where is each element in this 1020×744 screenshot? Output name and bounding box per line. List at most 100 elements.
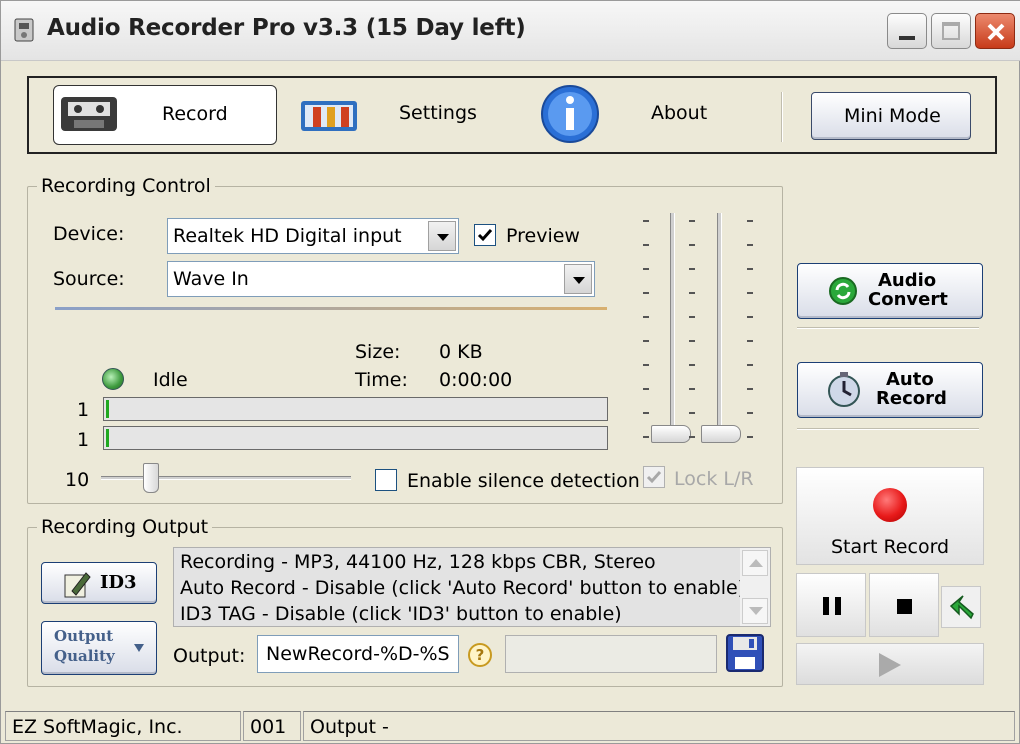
info-icon [541,85,599,143]
level-meter-1-fill [106,400,109,418]
right-volume-thumb[interactable] [701,425,741,443]
device-select-value: Realtek HD Digital input [173,225,402,247]
status-output: Output - [303,711,1015,741]
state-label: Idle [153,369,188,391]
auto-record-button[interactable]: Auto Record [797,362,983,418]
volume-tick-mark [689,340,695,342]
status-output-text: Output - [310,716,389,738]
time-value: 0:00:00 [439,369,513,391]
status-company: EZ SoftMagic, Inc. [5,711,241,741]
status-count-text: 001 [250,716,287,738]
lock-lr-label: Lock L/R [674,468,754,490]
info-line-id3: ID3 TAG - Disable (click 'ID3' button to… [180,603,622,625]
slider-value-label: 10 [65,469,90,491]
volume-tick-mark [689,220,695,222]
volume-tick-mark [689,364,695,366]
side-divider [797,428,979,430]
left-volume-track[interactable] [670,213,675,441]
stop-button[interactable] [869,573,939,637]
volume-tick-mark [747,412,753,414]
volume-tick-mark [747,316,753,318]
mini-mode-label: Mini Mode [844,105,941,127]
volume-tick-mark [643,364,649,366]
id3-button[interactable]: ID3 [41,562,157,604]
output-quality-button[interactable]: Output Quality [41,621,157,675]
chevron-down-icon[interactable] [564,264,592,294]
settings-tab-label: Settings [399,102,477,124]
level-meter-1 [103,397,608,421]
output-filename-input[interactable]: NewRecord-%D-%S [257,635,459,673]
device-select[interactable]: Realtek HD Digital input [167,218,459,254]
preview-label: Preview [506,225,580,247]
chevron-down-icon[interactable] [428,221,456,251]
volume-tick-mark [689,292,695,294]
record-dot-icon [873,488,907,522]
minimize-button[interactable] [887,13,927,49]
volume-tick-mark [747,268,753,270]
output-quality-label-1: Output [54,627,114,645]
about-tab-label: About [651,102,708,124]
side-divider [797,327,979,329]
cassette-icon [61,97,117,131]
settings-tab[interactable]: Settings [297,85,487,145]
about-tab[interactable]: About [539,82,729,148]
lock-lr-checkbox[interactable] [643,466,665,488]
status-company-text: EZ SoftMagic, Inc. [12,716,183,738]
right-volume-track[interactable] [717,213,722,441]
pause-button[interactable] [796,573,866,637]
scroll-down-button[interactable] [742,598,768,624]
settings-icon [301,101,357,131]
silence-detection-label: Enable silence detection [407,470,640,492]
volume-tick-mark [747,436,753,438]
info-scrollbar[interactable] [740,548,770,626]
maximize-button[interactable] [931,13,971,49]
scroll-up-button[interactable] [742,550,768,576]
toolbar-divider [781,92,783,142]
title-bar[interactable]: Audio Recorder Pro v3.3 (15 Day left) [1,1,1020,61]
save-button[interactable] [725,633,765,673]
volume-tick-mark [643,220,649,222]
play-button[interactable] [796,643,984,685]
record-tab[interactable]: Record [53,85,277,145]
chevron-down-icon [749,607,763,615]
source-label: Source: [53,268,125,290]
volume-tick-mark [747,364,753,366]
volume-tick-mark [643,436,649,438]
minimize-icon [899,36,915,40]
volume-tick-mark [643,388,649,390]
main-toolbar: Record Settings About Mini Mode [27,76,997,154]
gain-slider-track[interactable] [101,476,351,480]
clock-icon [828,372,860,407]
volume-tick-mark [643,244,649,246]
open-folder-button[interactable] [941,586,981,628]
output-label: Output: [173,645,246,667]
audio-convert-button[interactable]: Audio Convert [797,263,983,319]
app-window: Audio Recorder Pro v3.3 (15 Day left) Re… [0,0,1020,744]
start-record-button[interactable]: Start Record [796,467,984,565]
output-path-input[interactable] [505,635,717,673]
status-count: 001 [243,711,301,741]
play-icon [879,653,901,677]
auto-record-label-2: Record [876,388,947,409]
help-icon[interactable]: ? [468,643,492,667]
device-label: Device: [53,223,125,245]
channel-2-label: 1 [77,429,90,451]
source-select[interactable]: Wave In [167,261,595,297]
audio-convert-label-2: Convert [868,289,948,310]
gain-slider-thumb[interactable] [143,463,159,493]
help-glyph: ? [475,646,485,664]
save-icon [726,634,764,672]
volume-tick-mark [689,388,695,390]
left-volume-thumb[interactable] [651,425,691,443]
close-button[interactable] [975,13,1015,49]
preview-checkbox[interactable] [474,224,496,246]
volume-tick-mark [747,340,753,342]
volume-tick-mark [747,220,753,222]
volume-tick-mark [689,316,695,318]
silence-detection-checkbox[interactable] [375,469,397,491]
size-label: Size: [355,341,401,363]
volume-tick-mark [643,340,649,342]
volume-tick-mark [747,292,753,294]
chevron-down-icon [134,644,144,652]
mini-mode-button[interactable]: Mini Mode [811,92,971,140]
